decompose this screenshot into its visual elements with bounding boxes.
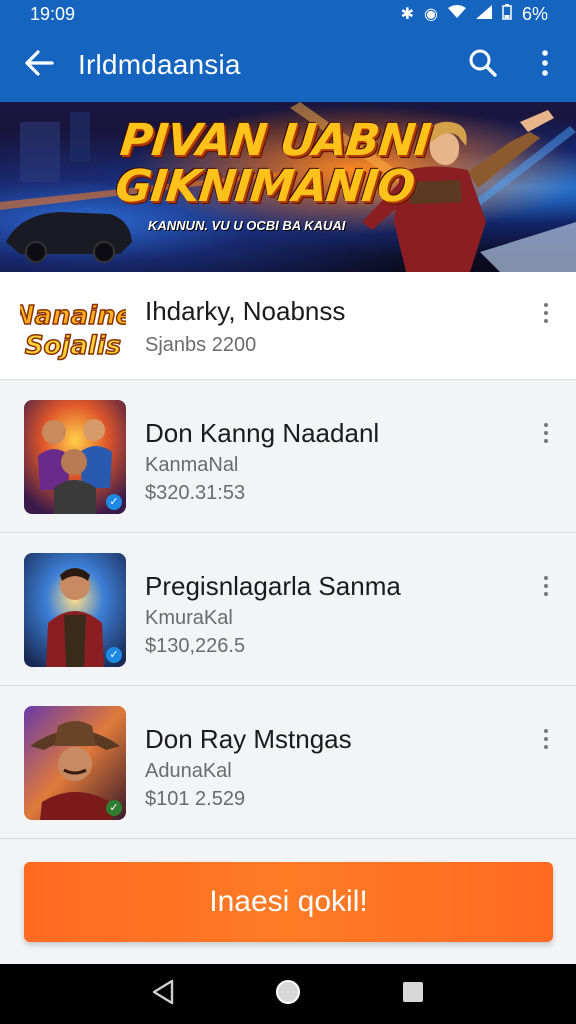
more-vert-icon — [544, 574, 548, 598]
item-more-button[interactable] — [534, 569, 558, 603]
more-vert-icon — [541, 49, 549, 81]
item-more-button[interactable] — [534, 722, 558, 756]
back-arrow-icon — [24, 49, 54, 81]
nav-back-button[interactable] — [139, 970, 187, 1018]
primary-cta-button[interactable]: Inaesi qokil! — [24, 862, 553, 942]
banner-title: PIVAN UABNI GIKNIMANIO — [112, 115, 433, 212]
logo-text-bottom: Sojalis — [25, 331, 121, 361]
verified-badge-icon: ✓ — [106, 494, 122, 510]
list-item[interactable]: ✓ Don Ray Mstngas AdunaKal $101 2.529 — [0, 686, 576, 839]
banner-title-line2: GIKNIMANIO — [112, 161, 417, 212]
item-more-button[interactable] — [534, 416, 558, 450]
list-item-title: Pregisnlagarla Sanma — [145, 571, 401, 601]
list-item-title: Don Kanng Naadanl — [145, 418, 380, 448]
game-thumbnail: ✓ — [24, 553, 126, 667]
overflow-menu-button[interactable] — [514, 28, 576, 102]
list-item-subtitle: KmuraKal — [145, 607, 233, 629]
more-vert-icon — [544, 301, 548, 325]
list-item-subtitle: Sjanbs 2200 — [145, 334, 257, 356]
item-more-button[interactable] — [534, 296, 558, 330]
game-list: Nanaine Sojalis Ihdarky, Noabnss Sjanbs … — [0, 272, 576, 839]
nav-recents-button[interactable] — [389, 970, 437, 1018]
battery-percent: 6% — [521, 3, 548, 24]
nav-home-button[interactable] — [264, 970, 312, 1018]
nav-home-icon — [274, 978, 302, 1011]
list-item-price: $320.31:53 — [145, 482, 246, 504]
logo-text-top: Nanaine — [20, 301, 126, 331]
banner-title-line1: PIVAN UABNI — [117, 115, 433, 166]
app-bar: Irldmdaansia — [0, 28, 576, 102]
status-bar: 19:09 ✱ ◉ 6% — [0, 0, 576, 28]
status-time: 19:09 — [30, 3, 76, 24]
system-nav-bar — [0, 964, 576, 1024]
screen: 19:09 ✱ ◉ 6% Irldmdaansia PIVAN UABNI GI… — [0, 0, 576, 1024]
list-item[interactable]: Nanaine Sojalis Ihdarky, Noabnss Sjanbs … — [0, 272, 576, 380]
verified-badge-icon: ✓ — [106, 800, 122, 816]
brand-logo: Nanaine Sojalis — [12, 292, 134, 364]
more-vert-icon — [544, 421, 548, 445]
list-item-price: $130,226.5 — [145, 635, 246, 657]
search-button[interactable] — [452, 28, 514, 102]
nav-back-icon — [150, 978, 176, 1011]
list-item-subtitle: AdunaKal — [145, 760, 232, 782]
promo-banner[interactable]: PIVAN UABNI GIKNIMANIO KANNUN. VU U OCBI… — [0, 102, 576, 272]
wifi-icon — [447, 4, 466, 24]
bluetooth-icon: ✱ — [400, 6, 415, 23]
game-thumbnail: ✓ — [24, 400, 126, 514]
banner-subtitle: KANNUN. VU U OCBI BA KAUAI — [148, 218, 346, 233]
alarm-icon: ◉ — [424, 6, 438, 23]
battery-icon — [502, 3, 512, 25]
list-item[interactable]: ✓ Don Kanng Naadanl KanmaNal $320.31:53 — [0, 380, 576, 533]
nav-recents-icon — [401, 980, 425, 1009]
status-icons: ✱ ◉ 6% — [400, 3, 548, 25]
verified-badge-icon: ✓ — [106, 647, 122, 663]
game-thumbnail: ✓ — [24, 706, 126, 820]
list-item-title: Don Ray Mstngas — [145, 724, 352, 754]
list-item-title: Ihdarky, Noabnss — [145, 296, 346, 326]
page-title: Irldmdaansia — [78, 49, 241, 80]
list-item-subtitle: KanmaNal — [145, 454, 239, 476]
signal-icon — [475, 4, 492, 24]
cta-container: Inaesi qokil! — [0, 842, 576, 964]
list-item[interactable]: ✓ Pregisnlagarla Sanma KmuraKal $130,226… — [0, 533, 576, 686]
more-vert-icon — [544, 727, 548, 751]
search-icon — [468, 48, 498, 83]
list-item-price: $101 2.529 — [145, 788, 246, 810]
